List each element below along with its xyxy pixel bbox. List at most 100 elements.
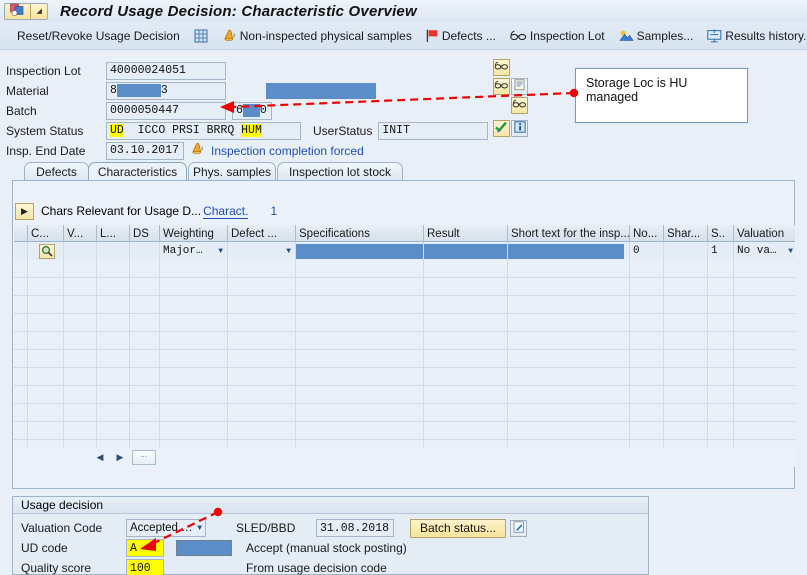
cell-weight[interactable] [160, 296, 228, 314]
cell-v[interactable] [64, 350, 97, 368]
cell-v[interactable] [64, 296, 97, 314]
table-row[interactable] [14, 350, 795, 368]
grid-header-specifications[interactable]: Specifications [296, 225, 424, 242]
cell-defect[interactable] [228, 422, 296, 440]
cell-defect[interactable]: ▼ [228, 242, 296, 260]
cell-specs[interactable] [296, 386, 424, 404]
cell-shorttxt[interactable] [508, 278, 630, 296]
cell-specifications[interactable] [296, 242, 424, 260]
cell-shar[interactable] [664, 296, 708, 314]
cell-no[interactable] [630, 404, 664, 422]
cell-ds[interactable] [130, 260, 160, 278]
cell-ds[interactable] [130, 404, 160, 422]
cell-no[interactable] [630, 278, 664, 296]
cell-specs[interactable] [296, 440, 424, 447]
cell-defect[interactable] [228, 260, 296, 278]
batch-status-button[interactable]: Batch status... [410, 518, 507, 538]
cell-s[interactable] [708, 350, 734, 368]
table-row[interactable] [14, 314, 795, 332]
info-button[interactable] [511, 120, 528, 137]
cell-s[interactable] [708, 332, 734, 350]
cell-weight[interactable] [160, 314, 228, 332]
cell-ds[interactable] [130, 422, 160, 440]
cell-specs[interactable] [296, 332, 424, 350]
table-row[interactable] [14, 440, 795, 447]
table-row[interactable] [14, 404, 795, 422]
cell-specs[interactable] [296, 296, 424, 314]
cell-result[interactable] [424, 278, 508, 296]
charact-link[interactable]: Charact. [203, 204, 249, 219]
cell-shorttxt[interactable] [508, 404, 630, 422]
cell-v[interactable] [64, 332, 97, 350]
cell-valuation[interactable] [734, 350, 795, 368]
material-input[interactable]: 8 3 [106, 81, 226, 100]
row-selector[interactable] [14, 242, 28, 260]
cell-shorttxt[interactable] [508, 386, 630, 404]
cell-v[interactable] [64, 260, 97, 278]
cell-defect[interactable] [228, 278, 296, 296]
cell-valuation[interactable] [734, 260, 795, 278]
cell-specs[interactable] [296, 368, 424, 386]
grid-header-s[interactable]: S.. [708, 225, 734, 242]
cell-ds[interactable] [130, 314, 160, 332]
table-row[interactable]: Major… ▼ ▼ 0 1 No va… ▼ [14, 242, 795, 260]
cell-s[interactable] [708, 260, 734, 278]
cell-c[interactable] [28, 242, 64, 260]
row-selector[interactable] [14, 278, 28, 296]
toolbar-calculator-button[interactable] [187, 25, 215, 47]
cell-weight[interactable] [160, 404, 228, 422]
document-icon-button[interactable] [511, 78, 528, 95]
cell-no[interactable] [630, 350, 664, 368]
cell-v[interactable] [64, 386, 97, 404]
cell-s[interactable] [708, 278, 734, 296]
cell-shorttxt[interactable] [508, 422, 630, 440]
cell-defect[interactable] [228, 350, 296, 368]
grid-header-short-text[interactable]: Short text for the insp... [508, 225, 630, 242]
cell-valuation[interactable] [734, 278, 795, 296]
cell-valuation[interactable] [734, 296, 795, 314]
cell-s[interactable]: 1 [708, 242, 734, 260]
cell-s[interactable] [708, 422, 734, 440]
cell-shar[interactable] [664, 350, 708, 368]
cell-v[interactable] [64, 242, 97, 260]
cell-v[interactable] [64, 278, 97, 296]
toolbar-inspection-lot-button[interactable]: Inspection Lot [503, 25, 612, 47]
grid-header-shar[interactable]: Shar... [664, 225, 708, 242]
batch-input[interactable]: 0000050447 [106, 101, 226, 120]
tab-phys-samples[interactable]: Phys. samples [188, 162, 276, 180]
cell-shar[interactable] [664, 314, 708, 332]
cell-shorttxt[interactable] [508, 314, 630, 332]
ud-code-input[interactable]: A [126, 539, 164, 557]
cell-defect[interactable] [228, 386, 296, 404]
cell-no[interactable] [630, 314, 664, 332]
cell-valuation[interactable]: No va… ▼ [734, 242, 795, 260]
table-row[interactable] [14, 296, 795, 314]
cell-no[interactable] [630, 386, 664, 404]
table-row[interactable] [14, 368, 795, 386]
grid-header-select-all[interactable] [14, 225, 28, 242]
cell-result[interactable] [424, 350, 508, 368]
cell-ds[interactable] [130, 368, 160, 386]
grid-header-defect[interactable]: Defect ... [228, 225, 296, 242]
cell-v[interactable] [64, 404, 97, 422]
cell-specs[interactable] [296, 278, 424, 296]
cell-s[interactable] [708, 314, 734, 332]
cell-c[interactable] [28, 260, 64, 278]
cell-weight[interactable] [160, 440, 228, 447]
cell-s[interactable] [708, 368, 734, 386]
cell-c[interactable] [28, 404, 64, 422]
row-selector[interactable] [14, 440, 28, 447]
cell-valuation[interactable] [734, 314, 795, 332]
cell-c[interactable] [28, 422, 64, 440]
cell-valuation[interactable] [734, 332, 795, 350]
chevron-down-icon[interactable]: ◢ [31, 7, 47, 15]
cell-c[interactable] [28, 296, 64, 314]
search-magnifier-icon[interactable] [39, 243, 55, 259]
cell-defect[interactable] [228, 440, 296, 447]
row-selector[interactable] [14, 260, 28, 278]
cell-ds[interactable] [130, 296, 160, 314]
toolbar-results-history-button[interactable]: Results history... [700, 25, 807, 47]
tab-defects[interactable]: Defects [24, 162, 89, 180]
cell-shar[interactable] [664, 422, 708, 440]
cell-specs[interactable] [296, 350, 424, 368]
